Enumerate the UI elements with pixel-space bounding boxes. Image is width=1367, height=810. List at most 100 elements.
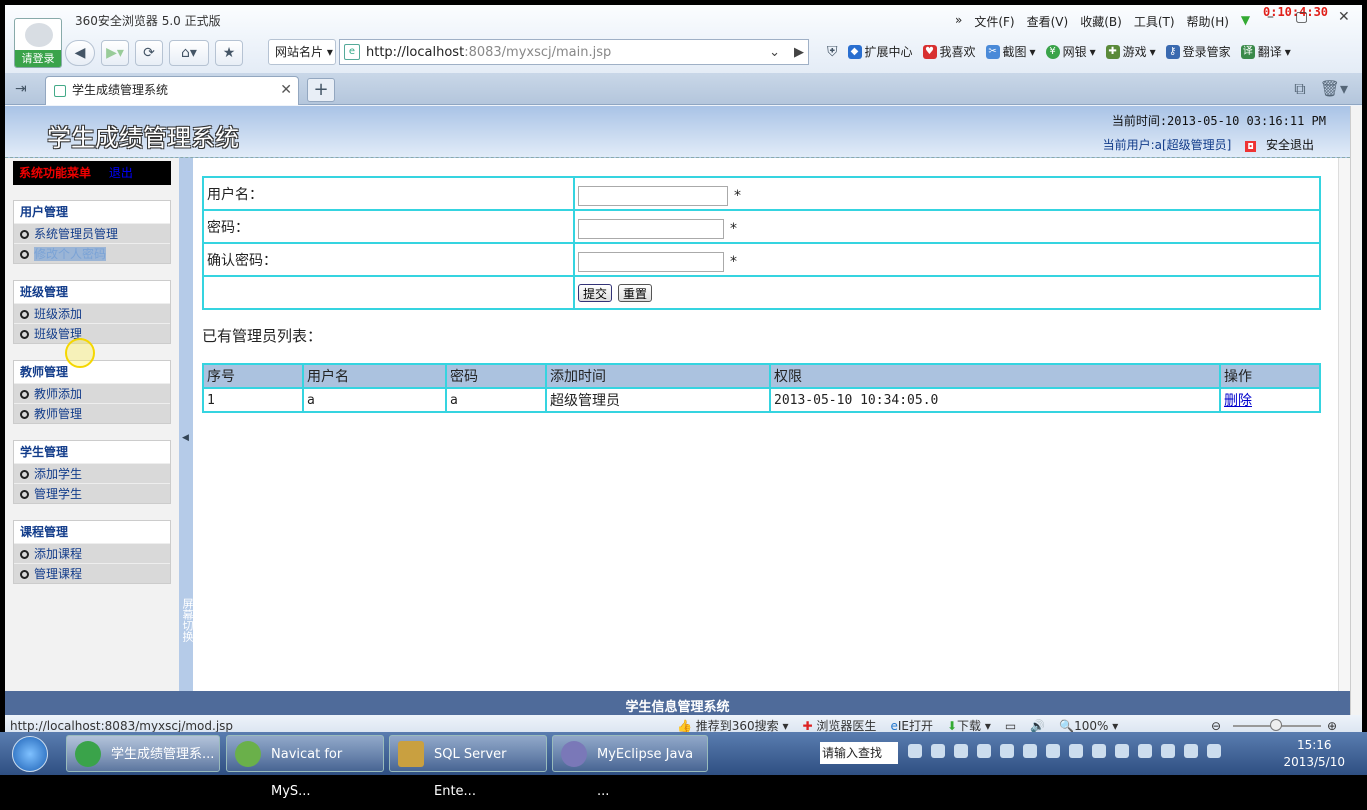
admin-table: 序号 用户名 密码 添加时间 权限 操作 1 a a 超级管理员 2013-05-… [202,363,1321,413]
task-navicat[interactable]: Navicat for MyS... [226,735,384,799]
nav-buttons: ◀ ▶▾ ⟳ ⌂▾ ★ [65,39,243,67]
group-title: 课程管理 [14,521,170,543]
search-tray-icon[interactable] [977,744,991,758]
sidebar-toggle-icon[interactable]: ⇥ [15,81,27,97]
screen-toggle-bar[interactable]: ◀ 屏幕切换 [179,158,194,691]
sidebar-item-class-add[interactable]: 班级添加 [14,303,170,323]
login-label[interactable]: 请登录 [15,50,61,67]
logout-link[interactable]: 安全退出 [1266,138,1314,152]
ext-games[interactable]: ✚ 游戏 ▾ [1105,43,1156,60]
bullet-icon [20,470,29,479]
new-tab-button[interactable]: + [307,78,335,102]
required-mark: * [730,221,737,237]
ext-translate[interactable]: 译翻译 ▾ [1240,43,1291,60]
task-myeclipse[interactable]: MyEclipse Java ... [552,735,708,799]
taskbar-clock[interactable]: 15:16 2013/5/10 [1283,737,1345,771]
tool-icon[interactable] [1023,744,1037,758]
umbrella-icon[interactable] [1092,744,1106,758]
username-input[interactable] [578,185,728,206]
menu-help[interactable]: 帮助(H) [1187,13,1229,30]
task-label: MyEclipse Java ... [597,747,694,799]
empty-cell [202,275,575,310]
favorite-button[interactable]: ★ [215,40,243,66]
skin-icon[interactable]: ▼ [1241,13,1250,30]
close-icon[interactable]: ✕ [1338,9,1350,25]
cursor-highlight [65,338,95,368]
ext-extension-center[interactable]: ◆ 扩展中心 [847,43,913,60]
task-sql-server[interactable]: SQL Server Ente... [389,735,547,799]
menu-header: 系统功能菜单 退出 [13,161,171,185]
start-button[interactable] [12,736,48,772]
sidebar-item-student-add[interactable]: 添加学生 [14,463,170,483]
display-icon[interactable] [1184,744,1198,758]
zoom-slider-knob[interactable] [1270,719,1282,731]
browser-window: 请登录 360安全浏览器 5.0 正式版 » 文件(F) 查看(V) 收藏(B)… [5,5,1362,775]
web-page: 学生成绩管理系统 当前时间:2013-05-10 03:16:11 PM 当前用… [5,106,1350,691]
login-avatar[interactable]: 请登录 [14,18,62,68]
device-icon[interactable] [1161,744,1175,758]
chat-icon[interactable] [1046,744,1060,758]
shield-icon[interactable]: ⛨ [827,44,838,60]
forward-button[interactable]: ▶▾ [101,40,129,66]
content-scrollbar[interactable] [1338,158,1350,691]
sidebar-item-course-manage[interactable]: 管理课程 [14,563,170,583]
trash-icon[interactable]: 🗑▾ [1320,79,1348,99]
delete-link[interactable]: 删除 [1224,393,1252,409]
add-admin-form: 用户名： * 密码： * 确认密码： * 提交 重置 [202,176,1321,310]
address-dropdown-icon[interactable]: ⌄ [769,45,780,60]
qq-icon[interactable] [1069,744,1083,758]
web-card-button[interactable]: 网站名片 ▾ [268,39,336,65]
disk-icon[interactable] [1115,744,1129,758]
sidebar-item-student-manage[interactable]: 管理学生 [14,483,170,503]
ext-login-manager[interactable]: ⚷ 登录管家 [1165,43,1231,60]
ext-like[interactable]: ♥ 我喜欢 [922,43,976,60]
refresh-button[interactable]: ⟳ [135,40,163,66]
pen-icon[interactable] [954,744,968,758]
menu-view[interactable]: 查看(V) [1027,13,1069,30]
ext-bank[interactable]: ¥ 网银 ▾ [1045,43,1096,60]
task-label: Navicat for MyS... [271,747,343,799]
network-icon[interactable] [931,744,945,758]
sidebar-item-course-add[interactable]: 添加课程 [14,543,170,563]
tab-title: 学生成绩管理系统 [72,83,169,97]
speaker-icon[interactable] [1207,744,1221,758]
tab-close-icon[interactable]: ✕ [280,77,292,104]
home-button[interactable]: ⌂▾ [169,40,209,66]
buttons-cell: 提交 重置 [573,275,1321,310]
sidebar-item-teacher-manage[interactable]: 教师管理 [14,403,170,423]
page-scrollbar[interactable] [1350,106,1362,716]
keyboard-icon[interactable] [908,744,922,758]
menu-file[interactable]: 文件(F) [974,13,1014,30]
back-button[interactable]: ◀ [65,40,95,66]
sidebar-item-teacher-add[interactable]: 教师添加 [14,383,170,403]
task-browser[interactable]: 学生成绩管理系... [66,735,220,772]
menu-tools[interactable]: 工具(T) [1134,13,1175,30]
menu-exit-link[interactable]: 退出 [109,166,133,180]
taskbar-search-input[interactable]: 请输入查找 [820,742,898,764]
myeclipse-icon [561,741,587,767]
sidebar-item-class-manage[interactable]: 班级管理 [14,323,170,343]
address-bar[interactable]: e http://localhost:8083/myxscj/main.jsp … [339,39,809,65]
submit-button[interactable]: 提交 [578,283,613,302]
collapse-arrow-icon[interactable]: ◀ [182,433,189,443]
reset-button[interactable]: 重置 [618,283,653,302]
shield-tray-icon[interactable] [1138,744,1152,758]
table-row: 1 a a 超级管理员 2013-05-10 10:34:05.0 删除 [202,387,1321,413]
maximize-icon[interactable]: ▢ [1295,9,1308,25]
web-card-label: 网站名片 [275,45,324,59]
password-input[interactable] [578,218,724,239]
minimize-icon[interactable]: – [1267,9,1274,25]
sidebar-item-admin-manage[interactable]: 系统管理员管理 [14,223,170,243]
sidebar-item-change-password[interactable]: 修改个人密码 [14,243,170,263]
tab-student-system[interactable]: 学生成绩管理系统 ✕ [45,76,299,105]
ext-screenshot[interactable]: ✂ 截图 ▾ [985,43,1036,60]
menu-favorites[interactable]: 收藏(B) [1080,13,1122,30]
page-footer: 学生信息管理系统 [5,691,1350,715]
restore-tabs-icon[interactable]: ⧉ [1294,79,1305,99]
double-chevron-icon[interactable]: » [955,13,962,30]
confirm-password-input[interactable] [578,251,724,272]
bullet-icon [20,310,29,319]
status-label: 下载 [957,719,982,733]
go-icon[interactable]: ▶ [794,45,804,60]
mouse-icon[interactable] [1000,744,1014,758]
